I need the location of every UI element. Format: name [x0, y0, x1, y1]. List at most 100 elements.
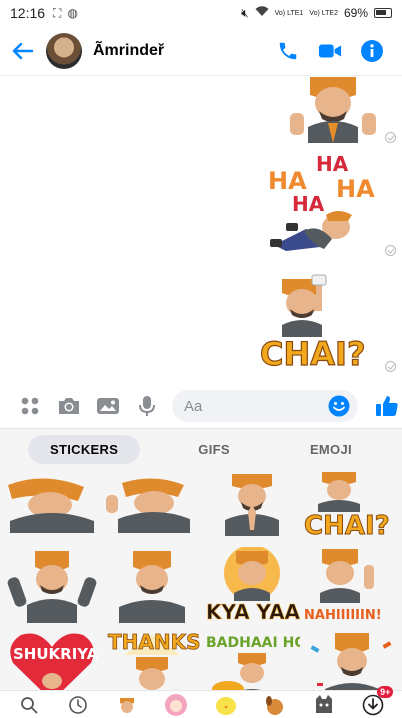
sticker-arms-up-image [7, 551, 97, 623]
camera-icon [58, 398, 79, 414]
mute-icon: 🔇︎ [241, 5, 249, 20]
status-time: 12:16 [10, 5, 46, 21]
conversation-info-button[interactable] [360, 39, 384, 63]
sticker-shukriya-text: SHUKRIYA [13, 645, 97, 663]
sticker-pack-cat[interactable] [310, 692, 338, 718]
conversation-header: Ãmrindeř [0, 26, 402, 76]
tab-stickers[interactable]: STICKERS [28, 434, 141, 464]
sticker-confetti-image [310, 633, 392, 690]
sticker-store-button[interactable]: 9+ [359, 685, 394, 718]
sticker-lying-hand-image [106, 478, 190, 533]
avatar-pack-icon [120, 697, 135, 713]
ha-ha-laughing-sticker: HA HA HA HA [268, 152, 375, 251]
sim1-label: Vo) LTE1 [274, 9, 304, 17]
search-icon [20, 696, 38, 713]
sticker-lying-hand[interactable] [102, 465, 202, 545]
recent-stickers-button[interactable] [64, 692, 92, 718]
sticker-chai-image: CHAI? [304, 472, 390, 538]
screenshot-icon: ⛶ [53, 5, 62, 20]
message-input-placeholder: Aa [184, 397, 203, 415]
status-bar: 12:16 ⛶ ◍ 🔇︎ Vo) LTE1 Vo) LTE2 69% [0, 0, 402, 26]
tab-emoji[interactable]: EMOJI [288, 435, 374, 464]
sticker-kya-yaar[interactable]: KYA YAAR [202, 545, 302, 625]
header-actions [276, 39, 402, 63]
like-button[interactable] [372, 386, 402, 426]
tab-gifs[interactable]: GIFS [176, 435, 252, 464]
four-dots-icon [21, 397, 38, 415]
clock-icon [69, 695, 87, 714]
ha-text-4: HA [336, 175, 375, 203]
dog-pack-icon [265, 695, 283, 715]
ha-text-1: HA [268, 167, 307, 195]
sticker-message-ha-ha[interactable]: HA HA HA HA [266, 151, 378, 253]
phone-icon [279, 42, 297, 59]
sticker-thanks-image: THANKS! [108, 630, 200, 690]
info-icon [361, 39, 383, 62]
ha-text-2: HA [316, 152, 349, 176]
gallery-button[interactable] [88, 386, 127, 426]
message-input[interactable]: Aa [172, 390, 358, 422]
voice-message-button[interactable] [127, 386, 166, 426]
sticker-pack-pink-girl[interactable] [162, 692, 190, 718]
avatar[interactable] [46, 32, 82, 69]
sticker-nahi-image: NAHIIIIIIN! [304, 549, 382, 623]
sticker-kya-yaar-image: KYA YAAR [206, 547, 300, 623]
back-button[interactable] [0, 26, 46, 76]
sticker-clap-image [119, 551, 185, 623]
sticker-store-badge: 9+ [377, 685, 394, 698]
composer: Aa [0, 386, 402, 426]
sticker-chai-text: CHAI? [304, 511, 390, 538]
sticker-lying-arms[interactable] [2, 465, 102, 545]
sticker-lying-arms-image [8, 478, 94, 533]
sticker-badhaai-ho[interactable]: BADHAAI HO! [202, 625, 302, 690]
messenger-notification-icon: ◍ [67, 6, 78, 20]
video-camera-icon [318, 44, 342, 57]
sticker-chai[interactable]: CHAI? [302, 465, 402, 545]
message-list[interactable]: HA HA HA HA CHAI? [0, 77, 402, 384]
contact-name[interactable]: Ãmrindeř [93, 42, 164, 60]
sticker-message-thumbs-up[interactable] [288, 77, 378, 143]
camera-button[interactable] [49, 386, 88, 426]
wifi-icon [255, 6, 269, 20]
sticker-nahi[interactable]: NAHIIIIIIN! [302, 545, 402, 625]
sticker-shukriya[interactable]: SHUKRIYA [2, 625, 102, 690]
sticker-arms-up[interactable] [2, 545, 102, 625]
pink-girl-pack-icon [165, 693, 188, 716]
sticker-badhaai-ho-text: BADHAAI HO! [206, 635, 300, 651]
sticker-badhaai-ho-image: BADHAAI HO! [206, 635, 300, 690]
sticker-tray: STICKERS GIFS EMOJI CHAI? KYA YAA NAHIII… [0, 428, 402, 690]
video-call-button[interactable] [318, 39, 342, 63]
seen-indicator [385, 361, 396, 372]
sticker-namaste[interactable] [202, 465, 302, 545]
sim2-label: Vo) LTE2 [309, 9, 338, 17]
image-icon [96, 398, 119, 414]
search-stickers-button[interactable] [15, 692, 43, 718]
back-arrow-icon [12, 42, 34, 59]
tray-tabs: STICKERS GIFS EMOJI [0, 429, 402, 469]
emoji-button[interactable] [328, 395, 350, 421]
voice-call-button[interactable] [276, 39, 300, 63]
chai-sticker: CHAI? [259, 274, 366, 374]
sticker-namaste-image [225, 474, 279, 536]
sticker-clap[interactable] [102, 545, 202, 625]
sticker-pack-dog[interactable] [261, 692, 289, 718]
chai-text: CHAI? [260, 335, 366, 369]
sticker-confetti[interactable] [302, 625, 402, 690]
sticker-pack-avatar[interactable] [113, 692, 141, 718]
sticker-pack-bar: 9+ [0, 685, 402, 718]
microphone-icon [138, 396, 155, 416]
seen-indicator [385, 245, 396, 256]
cat-pack-icon [316, 694, 333, 713]
sticker-nahi-text: NAHIIIIIIN! [304, 608, 382, 623]
sticker-thanks-text: THANKS! [108, 630, 200, 654]
thumbs-up-icon [376, 396, 398, 416]
status-right: 🔇︎ Vo) LTE1 Vo) LTE2 69% [241, 6, 392, 21]
more-actions-button[interactable] [10, 386, 49, 426]
sticker-pack-yellow-chick[interactable] [212, 692, 240, 718]
sticker-message-chai[interactable]: CHAI? [259, 273, 378, 374]
seen-indicator [385, 132, 396, 143]
sticker-thanks[interactable]: THANKS! [102, 625, 202, 690]
sticker-kya-yaar-text: KYA YAAR [206, 600, 300, 623]
smiley-icon [328, 395, 350, 417]
sticker-grid: CHAI? KYA YAA NAHIIIIIIN! SHUKRIYA THANK… [0, 465, 402, 690]
